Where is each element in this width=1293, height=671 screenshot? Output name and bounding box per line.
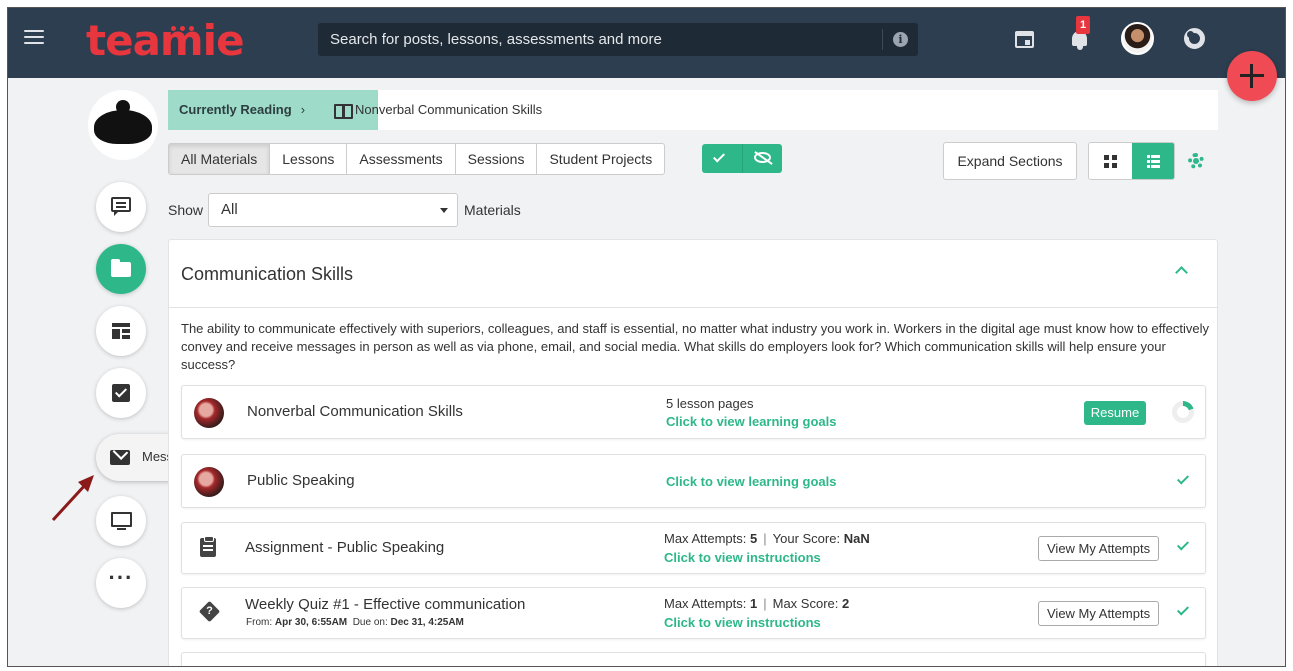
logo-dots	[171, 18, 198, 36]
dashboard-icon	[111, 321, 131, 341]
view-my-attempts-button[interactable]: View My Attempts	[1038, 601, 1160, 626]
grid-view-button[interactable]	[1089, 143, 1132, 179]
rail-tasks-button[interactable]	[96, 368, 146, 418]
app-window: teamie Search for posts, lessons, assess…	[7, 7, 1286, 667]
check-icon	[1176, 472, 1190, 485]
visibility-toggle-group	[702, 144, 782, 173]
list-item[interactable]: Assignment - Public Speaking Max Attempt…	[181, 522, 1206, 574]
item-title[interactable]: Public Speaking	[247, 472, 355, 489]
rail-materials-button[interactable]	[96, 244, 146, 294]
grid-icon	[1104, 155, 1117, 168]
tab-student-projects[interactable]: Student Projects	[537, 144, 664, 174]
quiz-icon: ?	[198, 600, 221, 623]
currently-reading-label: Currently Reading	[179, 102, 292, 117]
view-mode-group	[1088, 142, 1175, 180]
current-lesson-link[interactable]: Nonverbal Communication Skills	[355, 90, 542, 130]
item-meta: Max Attempts: 5 | Your Score: NaN	[664, 531, 870, 546]
more-dots-icon: ···	[108, 565, 134, 590]
chevron-up-icon[interactable]	[1175, 266, 1188, 279]
item-title[interactable]: Nonverbal Communication Skills	[247, 403, 463, 420]
lesson-thumbnail	[194, 467, 224, 497]
item-title[interactable]: Weekly Quiz #1 - Effective communication	[245, 596, 525, 613]
check-icon	[1176, 538, 1190, 551]
section-description: The ability to communicate effectively w…	[181, 321, 1209, 372]
list-item[interactable]: Public Speaking Click to view learning g…	[181, 454, 1206, 508]
avatar[interactable]	[1121, 22, 1154, 55]
progress-ring	[1172, 401, 1194, 423]
resume-button[interactable]: Resume	[1084, 401, 1146, 425]
annotation-arrow-icon	[51, 475, 94, 522]
item-dates: From: Apr 30, 6:55AM Due on: Dec 31, 4:2…	[246, 617, 464, 628]
check-icon	[1176, 603, 1190, 616]
gear-icon[interactable]	[1188, 153, 1204, 169]
chat-icon	[111, 197, 131, 217]
list-view-button[interactable]	[1131, 143, 1174, 179]
learning-goals-link[interactable]: Click to view learning goals	[666, 474, 837, 489]
hide-button[interactable]	[742, 144, 782, 173]
tab-sessions[interactable]: Sessions	[456, 144, 538, 174]
show-label: Show	[168, 202, 204, 218]
help-lifebuoy-icon[interactable]	[1184, 28, 1205, 49]
rail-discussion-button[interactable]	[96, 182, 146, 232]
expand-sections-button[interactable]: Expand Sections	[943, 142, 1077, 180]
monitor-icon	[111, 511, 132, 531]
top-header: teamie Search for posts, lessons, assess…	[8, 8, 1285, 78]
hamburger-menu-icon[interactable]	[24, 30, 44, 46]
add-icon[interactable]	[1227, 51, 1277, 101]
show-select[interactable]: All	[208, 193, 458, 227]
instructions-link[interactable]: Click to view instructions	[664, 615, 821, 630]
assignment-icon	[200, 536, 216, 557]
list-item[interactable]: Nonverbal Communication Skills 5 lesson …	[181, 385, 1206, 439]
list-item[interactable]: ? Weekly Quiz #1 - Effective communicati…	[181, 587, 1206, 639]
show-completed-button[interactable]	[702, 144, 743, 173]
search-placeholder: Search for posts, lessons, assessments a…	[330, 31, 662, 48]
material-filter-tabs: All Materials Lessons Assessments Sessio…	[168, 143, 666, 175]
checkbox-icon	[111, 383, 131, 403]
rail-sessions-button[interactable]	[96, 496, 146, 546]
mail-icon	[110, 447, 130, 467]
notification-badge: 1	[1076, 16, 1090, 34]
check-icon	[712, 150, 726, 163]
item-title[interactable]: Assignment - Public Speaking	[245, 539, 444, 556]
show-select-value: All	[221, 201, 238, 218]
teamie-logo[interactable]: teamie	[86, 16, 245, 65]
breadcrumb: Currently Reading › Nonverbal Communicati…	[168, 90, 1218, 130]
section-card: Communication Skills The ability to comm…	[168, 239, 1218, 666]
item-meta: 5 lesson pages	[666, 396, 754, 411]
list-icon	[1146, 155, 1160, 168]
learning-goals-link[interactable]: Click to view learning goals	[666, 414, 837, 429]
caret-down-icon	[440, 208, 448, 213]
rail-dashboard-button[interactable]	[96, 306, 146, 356]
search-info-button[interactable]: i	[882, 29, 918, 50]
search-input[interactable]: Search for posts, lessons, assessments a…	[318, 23, 918, 56]
calendar-icon[interactable]	[1014, 28, 1036, 50]
eye-off-icon	[753, 152, 771, 163]
chevron-right-icon: ›	[300, 102, 306, 117]
tab-lessons[interactable]: Lessons	[270, 144, 348, 174]
view-my-attempts-button[interactable]: View My Attempts	[1038, 536, 1160, 561]
rail-more-button[interactable]: ···	[96, 558, 146, 608]
item-meta: Max Attempts: 1 | Max Score: 2	[664, 596, 850, 611]
instructions-link[interactable]: Click to view instructions	[664, 550, 821, 565]
folder-icon	[111, 259, 131, 279]
course-thumbnail[interactable]	[88, 90, 158, 160]
materials-label: Materials	[464, 202, 521, 218]
section-divider	[169, 307, 1217, 308]
info-icon: i	[893, 32, 908, 47]
section-title: Communication Skills	[181, 264, 354, 284]
tab-assessments[interactable]: Assessments	[347, 144, 456, 174]
tab-all-materials[interactable]: All Materials	[169, 144, 271, 174]
book-icon	[334, 104, 353, 119]
list-item[interactable]	[181, 652, 1206, 666]
lesson-thumbnail	[194, 398, 224, 428]
